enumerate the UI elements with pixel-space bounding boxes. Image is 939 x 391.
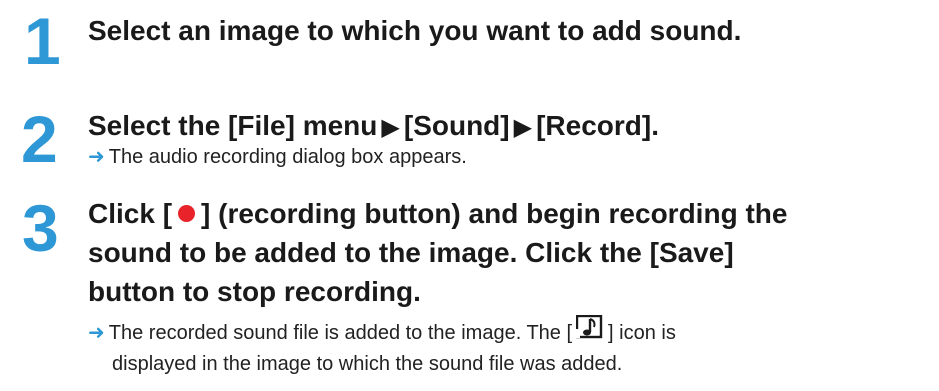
step-title-line-2: sound to be added to the image. Click th…: [88, 237, 734, 268]
title-text: Click [: [88, 198, 173, 229]
right-arrow-icon: ➜: [88, 321, 105, 344]
step-title-line-1: Click [ ] (recording button) and begin re…: [88, 196, 787, 232]
menu-path-record: [Record].: [536, 110, 659, 141]
result-text: ] icon is: [608, 321, 676, 344]
step-number: 1: [24, 4, 61, 78]
step-number: 3: [22, 191, 59, 265]
step-result-line-2: displayed in the image to which the soun…: [112, 353, 623, 375]
title-text: ] (recording button) and begin recording…: [201, 198, 788, 229]
step-title: Select the [File] menu ▶ [Sound] ▶ [Record].: [88, 108, 659, 146]
right-triangle-icon: ▶: [381, 114, 400, 141]
record-dot-icon: [178, 205, 196, 223]
step-result-line-1: ➜ The recorded sound file is added to the…: [88, 314, 676, 350]
menu-path-sound: [Sound]: [403, 110, 510, 141]
step-title-line-3: button to stop recording.: [88, 276, 421, 307]
step-result: ➜ The audio recording dialog box appears.: [88, 143, 467, 172]
menu-path-file: Select the [File] menu: [88, 110, 378, 141]
step-number: 2: [21, 102, 58, 176]
sound-file-icon: [575, 314, 604, 348]
right-arrow-icon: ➜: [88, 146, 105, 168]
result-text: The recorded sound file is added to the …: [108, 321, 573, 344]
right-triangle-icon: ▶: [513, 114, 533, 141]
result-text: The audio recording dialog box appears.: [108, 146, 467, 168]
step-title: Select an image to which you want to add…: [88, 15, 742, 46]
